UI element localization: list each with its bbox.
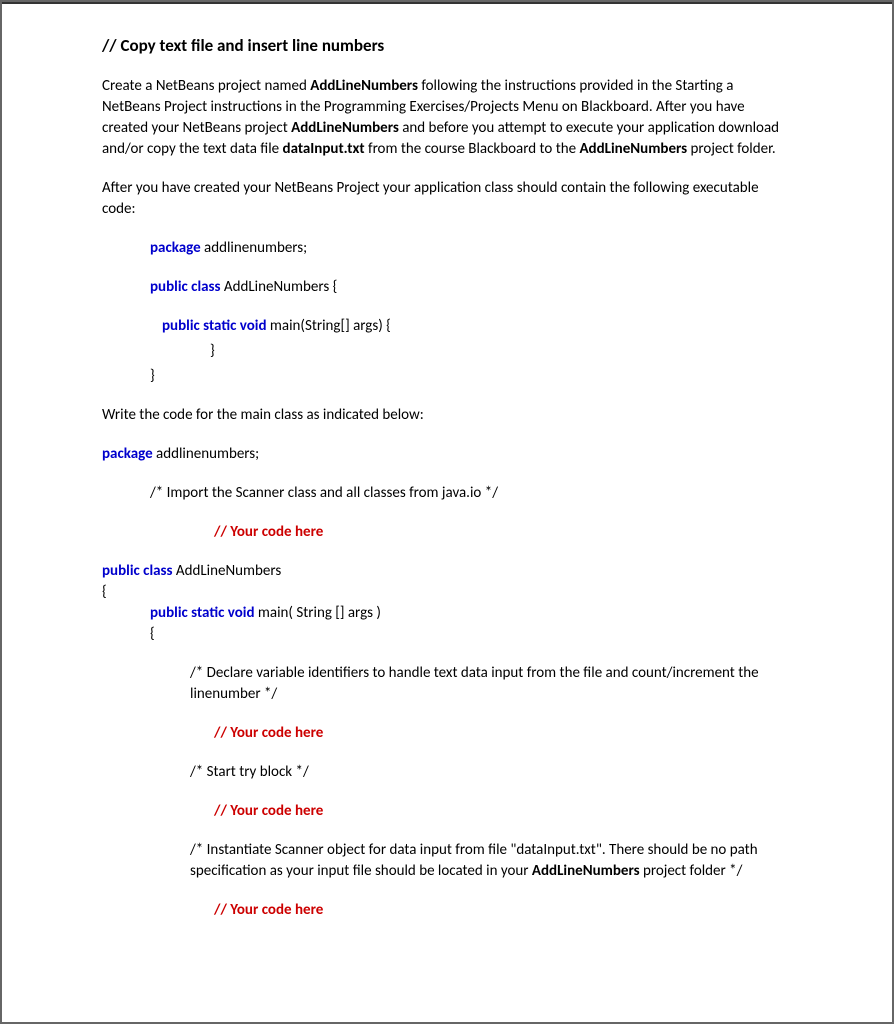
code-main-decl: public static void main( String [] args … xyxy=(102,603,792,624)
code-package-line: package addlinenumbers; xyxy=(102,444,792,465)
page-title: // Copy text file and insert line number… xyxy=(102,34,792,58)
code-text: main( String [] args ) xyxy=(255,604,381,622)
paragraph-2: After you have created your NetBeans Pro… xyxy=(102,178,792,220)
comment-text: project folder */ xyxy=(640,862,743,880)
p1-bold-3: dataInput.txt xyxy=(283,140,365,158)
code-comment-import: /* Import the Scanner class and all clas… xyxy=(102,483,792,504)
code-brace-open: { xyxy=(102,624,792,645)
placeholder-comment: // Your code here xyxy=(102,801,792,822)
code-text: AddLineNumbers xyxy=(173,562,282,580)
code-brace-open: { xyxy=(102,582,792,603)
p1-text: Create a NetBeans project named xyxy=(102,77,310,95)
code-comment-try: /* Start try block */ xyxy=(102,762,792,783)
code-text: addlinenumbers; xyxy=(201,239,308,257)
p1-text: from the course Blackboard to the xyxy=(365,140,580,158)
keyword-public-class: public class xyxy=(102,562,173,580)
code-text: addlinenumbers; xyxy=(153,445,260,463)
keyword-package: package xyxy=(150,239,201,257)
placeholder-comment: // Your code here xyxy=(102,900,792,921)
p1-bold-1: AddLineNumbers xyxy=(310,77,418,95)
paragraph-3: Write the code for the main class as ind… xyxy=(102,405,792,426)
placeholder-comment: // Your code here xyxy=(102,522,792,543)
code-close-brace: } xyxy=(150,366,792,387)
keyword-package: package xyxy=(102,445,153,463)
placeholder-comment: // Your code here xyxy=(102,723,792,744)
comment-bold: AddLineNumbers xyxy=(532,862,640,880)
keyword-public-class: public class xyxy=(150,278,221,296)
p1-text: project folder. xyxy=(687,140,775,158)
code-class-decl: public class AddLineNumbers xyxy=(102,561,792,582)
code-comment-declare: /* Declare variable identifiers to handl… xyxy=(102,663,792,705)
code-block-1: package addlinenumbers; public class Add… xyxy=(102,238,792,387)
keyword-public-static-void: public static void xyxy=(150,604,255,622)
code-text: main(String[] args) { xyxy=(267,317,391,335)
code-close-brace: } xyxy=(150,341,792,362)
keyword-public-static-void: public static void xyxy=(162,317,267,335)
p1-bold-2: AddLineNumbers xyxy=(291,119,399,137)
p1-bold-4: AddLineNumbers xyxy=(579,140,687,158)
code-comment-scanner: /* Instantiate Scanner object for data i… xyxy=(102,840,792,882)
code-text: AddLineNumbers { xyxy=(221,278,338,296)
paragraph-1: Create a NetBeans project named AddLineN… xyxy=(102,76,792,160)
document-page: // Copy text file and insert line number… xyxy=(2,2,892,1022)
